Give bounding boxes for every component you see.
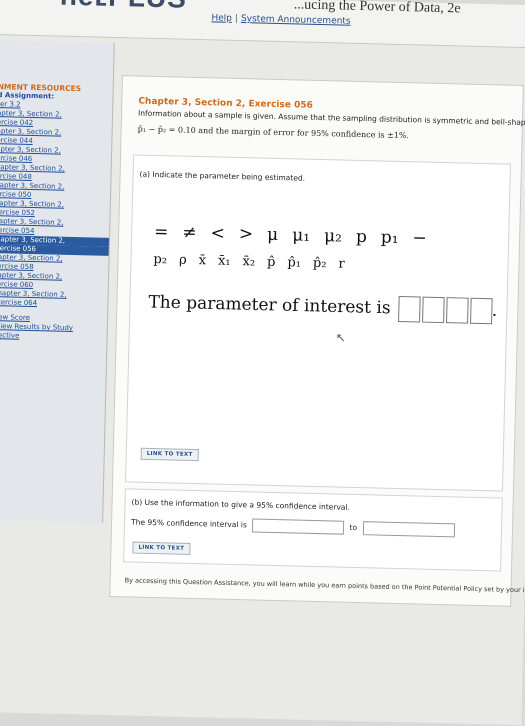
ci-to-label: to [349, 522, 358, 533]
palette-symbol-button[interactable]: p [356, 227, 367, 247]
ci-upper-input[interactable] [362, 521, 455, 538]
part-b-link-to-text-button[interactable]: LINK TO TEXT [132, 541, 191, 555]
answer-box-2[interactable] [421, 296, 445, 324]
palette-symbol-button[interactable]: p̂₂ [313, 256, 327, 271]
palette-symbol-button[interactable]: > [239, 224, 254, 244]
part-a-label: (a) Indicate the parameter being estimat… [139, 169, 306, 183]
symbol-palette-row-2: p₂ ρ x̄ x̄₁ x̄₂ p̂ p̂₁ p̂₂ r [153, 252, 357, 272]
palette-symbol-button[interactable]: x̄ [199, 253, 207, 268]
answer-prefix: The parameter of interest is [148, 292, 391, 319]
part-b-panel: (b) Use the information to give a 95% co… [123, 488, 503, 572]
symbol-palette-row-1: = ≠ < > μ μ₁ μ₂ p p₁ − [154, 222, 441, 249]
palette-symbol-button[interactable]: μ [267, 225, 279, 245]
sidebar-items: ter 3.2 apter 3, Section 2, ercise 042 apte… [0, 100, 112, 310]
ci-lower-input[interactable] [252, 518, 345, 535]
palette-symbol-button[interactable]: p₁ [381, 228, 399, 248]
exercise-given: p̂₁ − p̂₂ = 0.10 and the margin of error… [137, 124, 410, 141]
exercise-intro: Information about a sample is given. Ass… [137, 108, 525, 128]
link-separator: | [234, 13, 239, 24]
mouse-cursor-icon: ↖ [335, 330, 346, 345]
objective-link[interactable]: bjective [0, 331, 107, 343]
palette-symbol-button[interactable]: x̄₁ [218, 254, 231, 269]
sidebar: NMENT RESOURCES d Assignment: ter 3.2 apt… [0, 39, 115, 523]
top-links: Help | System Announcements [211, 13, 350, 26]
palette-symbol-button[interactable]: μ₂ [324, 226, 342, 246]
palette-symbol-button[interactable]: μ₁ [292, 225, 310, 245]
part-b-label: (b) Use the information to give a 95% co… [131, 497, 351, 512]
palette-symbol-button[interactable]: p̂ [267, 255, 276, 270]
palette-symbol-button[interactable]: ≠ [182, 223, 197, 243]
screen: neʟPLUS ...ucing the Power of Data, 2e H… [0, 0, 525, 726]
answer-box-1[interactable] [397, 295, 421, 323]
book-title: ...ucing the Power of Data, 2e [293, 0, 461, 17]
palette-symbol-button[interactable]: = [154, 222, 169, 242]
palette-symbol-button[interactable]: p̂₁ [287, 255, 301, 270]
palette-symbol-button[interactable]: − [412, 228, 427, 248]
palette-symbol-button[interactable]: < [210, 223, 225, 243]
palette-symbol-button[interactable]: r [338, 257, 345, 272]
palette-symbol-button[interactable]: x̄₂ [242, 254, 255, 269]
exercise-panel: Chapter 3, Section 2, Exercise 056 Infor… [109, 75, 525, 607]
part-a-panel: (a) Indicate the parameter being estimat… [125, 154, 511, 492]
help-link[interactable]: Help [211, 13, 232, 23]
system-announcements-link[interactable]: System Announcements [241, 14, 351, 27]
palette-symbol-button[interactable]: p₂ [153, 252, 167, 267]
part-a-link-to-text-button[interactable]: LINK TO TEXT [140, 447, 199, 462]
brand-logo: neʟPLUS [60, 0, 188, 15]
ci-prefix: The 95% confidence interval is [130, 517, 247, 530]
confidence-interval-line: The 95% confidence interval is to [131, 516, 458, 538]
top-bar: neʟPLUS ...ucing the Power of Data, 2e H… [0, 0, 525, 49]
answer-box-4[interactable] [469, 297, 493, 325]
answer-suffix: . [491, 300, 498, 321]
palette-symbol-button[interactable]: ρ [179, 253, 187, 268]
answer-line: The parameter of interest is . [148, 290, 498, 325]
question-assistance-note: By accessing this Question Assistance, y… [124, 576, 525, 595]
answer-box-3[interactable] [445, 297, 469, 324]
